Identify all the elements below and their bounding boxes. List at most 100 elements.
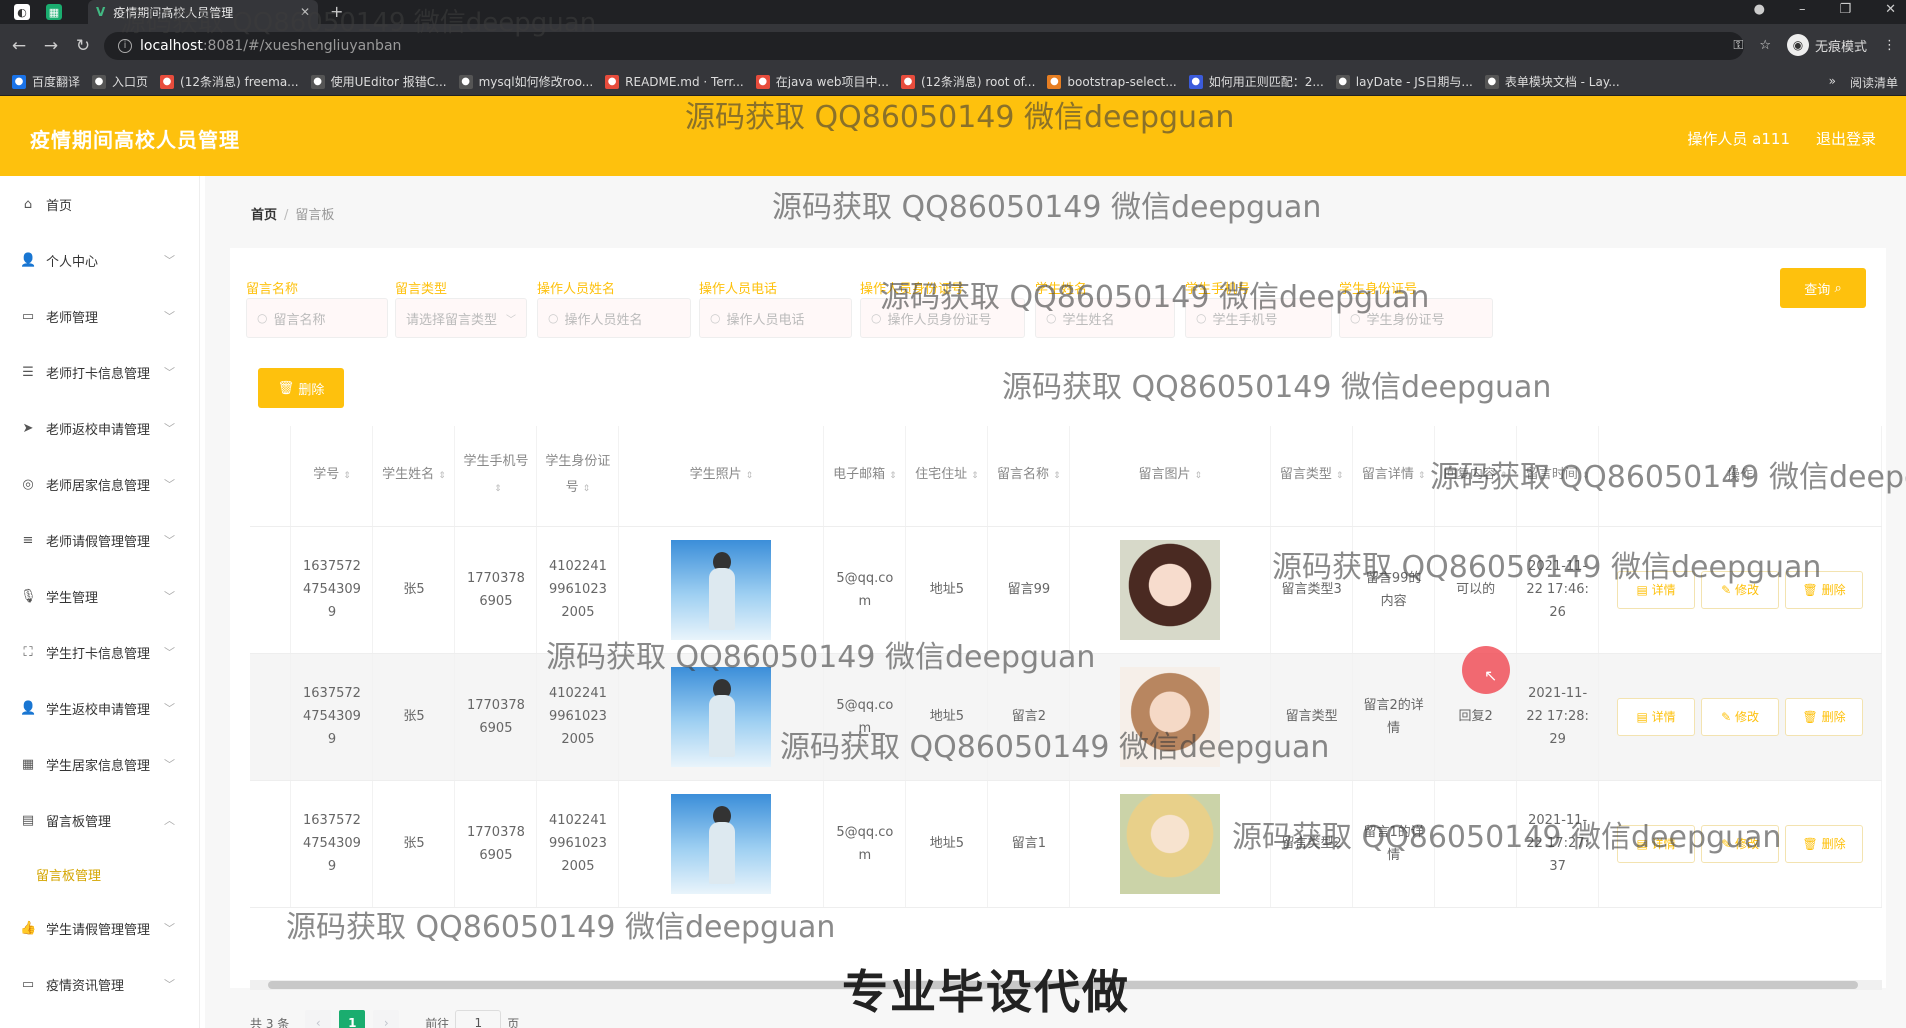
detail-button[interactable]: ▤ 详情 — [1617, 697, 1696, 736]
restore-icon[interactable]: ❐ — [1839, 2, 1851, 17]
bookmark-item[interactable]: ● mysql如何修改roo... — [458, 73, 593, 90]
column-header[interactable]: 留言详情 ⇕ — [1352, 426, 1436, 527]
filter-input[interactable]: ○ 留言名称 — [246, 298, 388, 338]
select-all-checkbox[interactable] — [250, 426, 292, 527]
sidebar-item[interactable]: ▭ 老师管理 ﹀ — [0, 288, 199, 344]
sidebar-item[interactable]: ▦ 学生居家信息管理 ﹀ — [0, 736, 199, 792]
sidebar-item[interactable]: 🎙 学生管理 ﹀ — [0, 568, 199, 624]
more-bookmarks-icon[interactable]: » — [1829, 74, 1836, 91]
bookmark-item[interactable]: ● 百度翻译 — [12, 73, 80, 90]
incognito-badge[interactable]: ◉ 无痕模式 — [1786, 34, 1867, 56]
edit-button[interactable]: ✎ 修改 — [1701, 824, 1780, 863]
filter-input[interactable]: ○ 操作人员姓名 — [537, 298, 691, 338]
table-row[interactable]: 16375724754309 9 张5 17703786905 41022419961… — [250, 526, 1882, 654]
sidebar-item[interactable]: ▭ 疫情资讯管理 ﹀ — [0, 956, 199, 1012]
filter-input[interactable]: ○ 学生姓名 — [1035, 298, 1175, 338]
next-page-button[interactable]: › — [373, 1010, 400, 1028]
sort-icon[interactable]: ⇕ — [343, 471, 351, 481]
bookmark-item[interactable]: ● 在java web项目中... — [755, 73, 889, 90]
bookmark-item[interactable]: ● layDate - JS日期与... — [1335, 73, 1473, 90]
row-checkbox[interactable] — [250, 780, 292, 908]
filter-input[interactable]: ○ 操作人员电话 — [699, 298, 852, 338]
message-image[interactable] — [1120, 666, 1221, 767]
star-icon[interactable]: ☆ — [1759, 38, 1771, 53]
new-tab-icon[interactable]: + — [330, 2, 343, 21]
bookmark-item[interactable]: ● bootstrap-select... — [1047, 74, 1177, 89]
key-icon[interactable]: ⚿ — [1733, 38, 1743, 53]
column-header[interactable]: 留言时间 ⇕ — [1516, 426, 1600, 527]
column-header[interactable]: 留言类型 ⇕ — [1270, 426, 1354, 527]
sidebar-item[interactable]: ⛶ 学生打卡信息管理 ﹀ — [0, 624, 199, 680]
reading-list[interactable]: 阅读清单 — [1850, 74, 1898, 91]
more-icon[interactable]: ⋮ — [1883, 38, 1896, 53]
detail-button[interactable]: ▤ 详情 — [1617, 824, 1696, 863]
sidebar-item[interactable]: ⌂ 首页 — [0, 176, 199, 232]
edit-button[interactable]: ✎ 修改 — [1701, 570, 1780, 609]
filter-input[interactable]: ○ 学生手机号 — [1185, 298, 1332, 338]
bookmark-item[interactable]: ● 入口页 — [92, 73, 148, 90]
sort-icon[interactable]: ⇕ — [438, 471, 446, 481]
column-header[interactable]: 电子邮箱 ⇕ — [823, 426, 907, 527]
address-bar[interactable]: i localhost:8081/#/xueshengliuyanban — [104, 32, 1744, 60]
message-image[interactable] — [1120, 539, 1221, 640]
row-checkbox[interactable] — [250, 653, 292, 781]
reload-icon[interactable]: ↻ — [70, 36, 96, 56]
sort-icon[interactable]: ⇕ — [1336, 471, 1344, 481]
sidebar-item[interactable]: 👤 学生返校申请管理 ﹀ — [0, 680, 199, 736]
browser-menu-icon[interactable]: ◐ — [14, 4, 30, 20]
sidebar-item[interactable]: 👤 个人中心 ﹀ — [0, 232, 199, 288]
logout-link[interactable]: 退出登录 — [1816, 128, 1876, 149]
bookmark-item[interactable]: ● 如何用正则匹配：2... — [1188, 73, 1324, 90]
table-row[interactable]: 16375724754309 9 张5 17703786905 41022419961… — [250, 653, 1882, 781]
sort-icon[interactable]: ⇕ — [971, 471, 979, 481]
sidebar-item[interactable]: ☰ 老师打卡信息管理 ﹀ — [0, 344, 199, 400]
edit-button[interactable]: ✎ 修改 — [1701, 697, 1780, 736]
delete-button[interactable]: 🗑 删除 — [1785, 697, 1864, 736]
filter-input[interactable]: ○ 学生身份证号 — [1339, 298, 1493, 338]
query-button[interactable]: 查询 ⌕ — [1780, 268, 1866, 308]
sort-icon[interactable]: ⇕ — [1500, 471, 1508, 481]
column-header[interactable]: 回复内容 ⇕ — [1434, 426, 1518, 527]
sidebar-item[interactable]: 👍 学生请假管理管理 ﹀ — [0, 900, 199, 956]
bookmark-item[interactable]: ● (12条消息) root of... — [900, 73, 1035, 90]
row-checkbox[interactable] — [250, 526, 292, 654]
bulk-delete-button[interactable]: 🗑 删除 — [258, 368, 344, 408]
student-photo-image[interactable] — [671, 666, 772, 767]
close-window-icon[interactable]: ✕ — [1885, 2, 1896, 17]
browser-tab[interactable]: V 疫情期间高校人员管理 ✕ — [88, 0, 318, 24]
column-header[interactable]: 学生身份证号 ⇕ — [536, 426, 620, 527]
sort-icon[interactable]: ⇕ — [1053, 471, 1061, 481]
column-header[interactable]: 住宅住址 ⇕ — [905, 426, 989, 527]
forward-icon[interactable]: → — [38, 36, 64, 56]
minimize-icon[interactable]: – — [1799, 2, 1806, 17]
student-photo-image[interactable] — [671, 793, 772, 894]
column-header[interactable]: 留言名称 ⇕ — [987, 426, 1071, 527]
sort-icon[interactable]: ⇕ — [1418, 471, 1426, 481]
sidebar-item[interactable]: ▤ 留言板管理 ︿ — [0, 792, 199, 848]
column-header[interactable]: 学生照片 ⇕ — [618, 426, 825, 527]
sort-icon[interactable]: ⇕ — [746, 471, 754, 481]
sort-icon[interactable]: ⇕ — [494, 484, 502, 494]
bookmark-item[interactable]: ● README.md · Terr... — [605, 74, 744, 89]
column-header[interactable]: 留言图片 ⇕ — [1069, 426, 1272, 527]
column-header[interactable]: 学号 ⇕ — [290, 426, 374, 527]
breadcrumb-home[interactable]: 首页 — [251, 208, 277, 223]
column-header[interactable]: 学生姓名 ⇕ — [372, 426, 456, 527]
sort-icon[interactable]: ⇕ — [1194, 471, 1202, 481]
student-photo-image[interactable] — [671, 539, 772, 640]
detail-button[interactable]: ▤ 详情 — [1617, 570, 1696, 609]
delete-button[interactable]: 🗑 删除 — [1785, 570, 1864, 609]
prev-page-button[interactable]: ‹ — [305, 1010, 332, 1028]
filter-input[interactable]: ○ 操作人员身份证号 — [860, 298, 1025, 338]
page-1-button[interactable]: 1 — [339, 1010, 366, 1028]
sort-icon[interactable]: ⇕ — [583, 484, 591, 494]
goto-page-input[interactable]: 1 — [455, 1010, 502, 1028]
back-icon[interactable]: ← — [6, 36, 32, 56]
column-header[interactable]: 学生手机号 ⇕ — [454, 426, 538, 527]
sort-icon[interactable]: ⇕ — [1582, 471, 1590, 481]
bookmark-item[interactable]: ● 使用UEditor 报错C... — [310, 73, 447, 90]
sidebar-item[interactable]: ◎ 老师居家信息管理 ﹀ — [0, 456, 199, 512]
info-icon[interactable]: i — [118, 39, 132, 53]
sort-icon[interactable]: ⇕ — [889, 471, 897, 481]
sidebar-item[interactable]: ≡ 老师请假管理管理 ﹀ — [0, 512, 199, 568]
